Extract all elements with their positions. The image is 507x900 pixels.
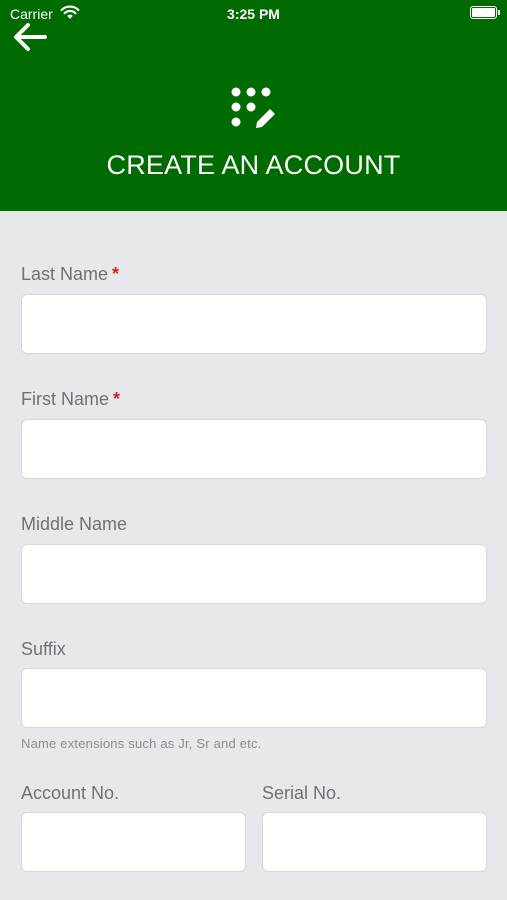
required-marker: * [112,264,120,284]
clock: 3:25 PM [227,6,280,22]
middle-name-field[interactable] [21,544,487,604]
suffix-field[interactable] [21,668,487,728]
last-name-label-text: Last Name [21,264,109,284]
app-header: Carrier 3:25 PM CREATE AN ACCOUNT [0,0,507,211]
account-no-field[interactable] [21,812,246,872]
page-title: CREATE AN ACCOUNT [106,150,401,180]
serial-no-label: Serial No. [262,783,342,803]
last-name-label: Last Name * [21,264,119,285]
registration-form: Last Name * First Name * Middle Name Suffi… [0,211,507,900]
first-name-label: First Name * [21,389,120,410]
required-marker: * [113,389,121,409]
form-edit-icon [230,86,278,132]
arrow-left-icon [14,23,47,51]
status-bar: Carrier 3:25 PM [0,0,507,28]
battery-icon [470,6,500,19]
back-button[interactable] [12,22,52,54]
serial-no-field[interactable] [262,812,487,872]
suffix-label: Suffix [21,639,66,659]
last-name-field[interactable] [21,294,487,354]
suffix-hint: Name extensions such as Jr, Sr and etc. [21,736,262,751]
first-name-field[interactable] [21,419,487,479]
first-name-label-text: First Name [21,389,110,409]
account-no-label: Account No. [21,783,120,803]
middle-name-label: Middle Name [21,514,128,534]
